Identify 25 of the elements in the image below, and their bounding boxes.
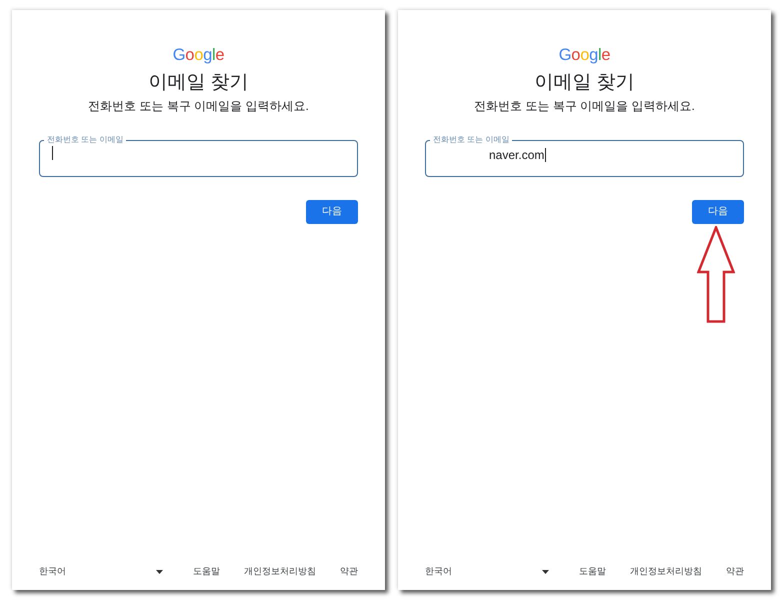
footer-link[interactable]: 약관 [340, 565, 358, 578]
language-dropdown[interactable]: 한국어 [39, 565, 163, 578]
logo: Google [172, 45, 224, 66]
text-cursor [545, 148, 546, 162]
caret-icon [542, 570, 549, 574]
instruction-text: 전화번호 또는 복구 이메일을 입력하세요. [473, 98, 696, 114]
next-button[interactable]: 다음 [306, 200, 358, 224]
footer-link[interactable]: 약관 [726, 565, 744, 578]
language-dropdown[interactable]: 한국어 [425, 565, 549, 578]
field-value: naver.com [489, 147, 544, 164]
footer-link[interactable]: 개인정보처리방침 [630, 565, 702, 578]
page-title: 이메일 찾기 [147, 71, 250, 95]
field-label: 전화번호 또는 이메일 [432, 134, 510, 146]
field-label: 전화번호 또는 이메일 [46, 134, 124, 146]
caret-icon [156, 570, 163, 574]
next-button[interactable]: 다음 [692, 200, 744, 224]
email-field[interactable]: 전화번호 또는 이메일 naver.com [425, 134, 744, 177]
footer-link[interactable]: 개인정보처리방침 [244, 565, 316, 578]
footer-link[interactable]: 도움말 [579, 565, 606, 578]
logo: Google [558, 45, 610, 66]
page-title: 이메일 찾기 [533, 71, 636, 95]
footer-link[interactable]: 도움말 [193, 565, 220, 578]
email-field[interactable]: 전화번호 또는 이메일 [39, 134, 358, 177]
instruction-text: 전화번호 또는 복구 이메일을 입력하세요. [87, 98, 310, 114]
text-cursor [52, 146, 53, 160]
